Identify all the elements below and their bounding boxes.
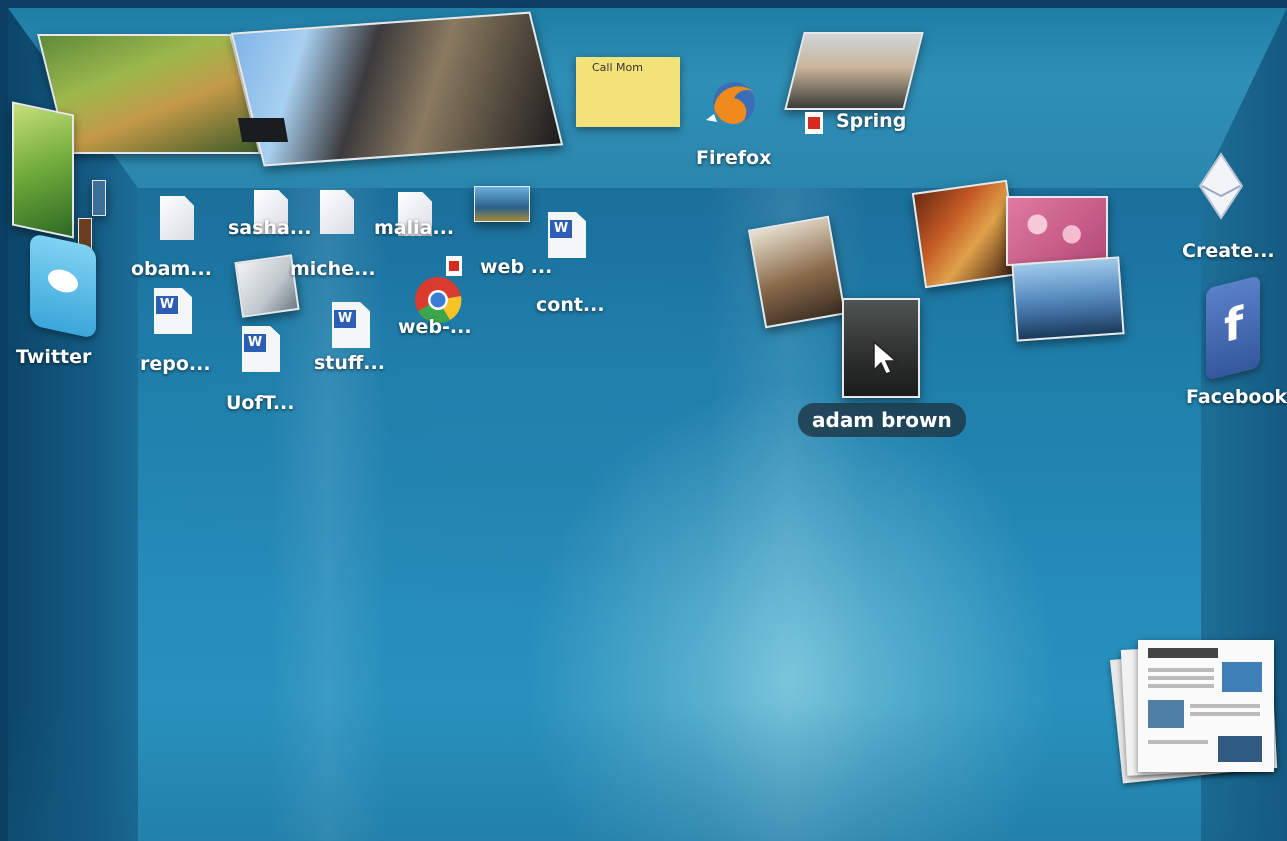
word-doc-icon[interactable]: W: [242, 326, 280, 372]
hover-tooltip: adam brown: [798, 403, 966, 437]
spring-label[interactable]: Spring: [836, 110, 906, 132]
twitter-bird-icon[interactable]: [30, 232, 96, 340]
create-label[interactable]: Create...: [1182, 240, 1275, 262]
file-web-label[interactable]: web ...: [480, 256, 552, 278]
sticky-note[interactable]: Call Mom: [576, 57, 680, 127]
photo-food[interactable]: [911, 179, 1021, 289]
file-cont-label[interactable]: cont...: [536, 294, 605, 316]
file-repo-label[interactable]: repo...: [140, 353, 211, 375]
left-wall-photo-green[interactable]: [12, 101, 74, 239]
photo-lake[interactable]: [1011, 256, 1125, 342]
file-stuff-label[interactable]: stuff...: [314, 352, 385, 374]
facebook-label[interactable]: Facebook: [1186, 386, 1287, 408]
file-web2-label[interactable]: web-...: [398, 316, 472, 338]
photo-drink[interactable]: [747, 215, 847, 329]
twitter-label[interactable]: Twitter: [16, 346, 91, 368]
firefox-label[interactable]: Firefox: [696, 147, 771, 169]
file-malia-label[interactable]: malia...: [374, 217, 454, 239]
file-obam-icon[interactable]: [160, 196, 194, 240]
facebook-icon[interactable]: f: [1206, 275, 1260, 381]
pdf-icon: [446, 256, 462, 276]
magazine-pile[interactable]: [1109, 636, 1278, 784]
file-uoft-label[interactable]: UofT...: [226, 392, 294, 414]
pdf-icon: [805, 112, 823, 134]
word-doc-icon[interactable]: W: [154, 288, 192, 334]
magazine-cover: [1138, 640, 1274, 772]
file-sasha-label[interactable]: sasha...: [228, 217, 311, 239]
ceiling-small-icon[interactable]: [237, 118, 289, 142]
file-generic-icon[interactable]: [320, 190, 354, 234]
ceiling-photo-building[interactable]: [230, 11, 564, 167]
word-doc-icon[interactable]: W: [548, 212, 586, 258]
mouse-cursor-icon: [873, 340, 898, 375]
envelope-create-icon[interactable]: [1196, 152, 1246, 224]
left-wall-photo-small[interactable]: [92, 180, 106, 216]
floor[interactable]: [8, 701, 1287, 841]
file-miche-label[interactable]: miche...: [290, 258, 376, 280]
file-obam-label[interactable]: obam...: [131, 258, 212, 280]
photo-cupcakes[interactable]: [1006, 196, 1108, 266]
sticky-note-text: Call Mom: [592, 61, 643, 74]
word-doc-icon[interactable]: W: [332, 302, 370, 348]
firefox-icon[interactable]: [700, 78, 766, 130]
photo-bridge-thumbnail[interactable]: [474, 186, 530, 222]
spring-photo[interactable]: [784, 32, 924, 110]
